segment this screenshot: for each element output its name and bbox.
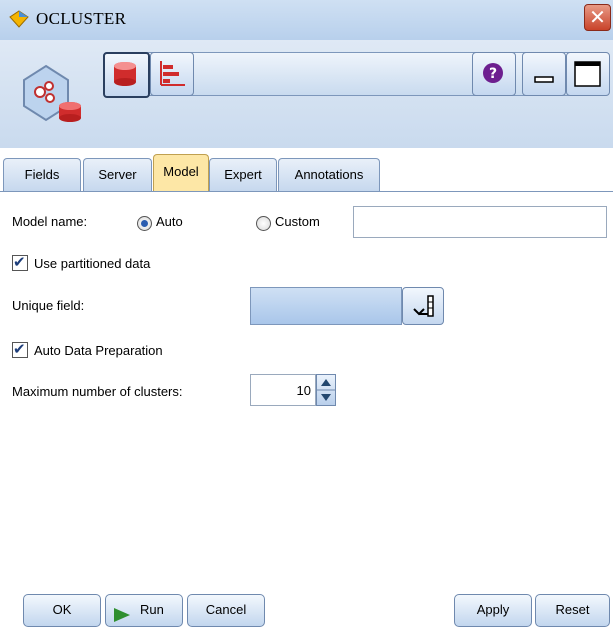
tab-annotations[interactable]: Annotations — [278, 158, 380, 191]
tab-expert[interactable]: Expert — [209, 158, 277, 191]
checkmark-icon: ✔ — [13, 253, 26, 271]
cancel-button[interactable]: Cancel — [187, 594, 265, 627]
field-picker-icon — [413, 295, 434, 317]
run-icon — [114, 603, 130, 633]
max-clusters-input[interactable]: 10 — [250, 374, 316, 406]
auto-data-prep-label: Auto Data Preparation — [34, 343, 163, 358]
svg-text:?: ? — [489, 66, 497, 82]
unique-field-label: Unique field: — [12, 298, 85, 313]
ok-button[interactable]: OK — [23, 594, 101, 627]
minimize-button[interactable] — [522, 52, 566, 96]
model-node-icon — [23, 64, 81, 122]
model-name-label: Model name: — [12, 214, 88, 229]
reset-button[interactable]: Reset — [535, 594, 610, 627]
radio-auto-label: Auto — [156, 214, 183, 229]
maximize-icon — [574, 61, 601, 87]
checkmark-icon: ✔ — [13, 340, 26, 358]
stepper-arrows-icon — [317, 379, 335, 401]
max-clusters-label: Maximum number of clusters: — [12, 384, 183, 399]
maximize-button[interactable] — [566, 52, 610, 96]
max-clusters-stepper[interactable] — [316, 374, 336, 406]
radio-auto[interactable] — [137, 216, 152, 231]
radio-custom-label: Custom — [275, 214, 320, 229]
field-chooser-button[interactable] — [402, 287, 444, 325]
database-icon — [114, 62, 136, 86]
run-button[interactable]: Run — [105, 594, 183, 627]
radio-custom[interactable] — [256, 216, 271, 231]
bar-chart-icon — [160, 61, 185, 86]
auto-data-prep-checkbox[interactable]: ✔ — [12, 340, 28, 358]
tab-model[interactable]: Model — [153, 154, 209, 192]
radio-selected-dot — [141, 220, 148, 227]
window-title: OCLUSTER — [36, 9, 127, 28]
use-partitioned-label: Use partitioned data — [34, 256, 151, 271]
run-label: Run — [140, 602, 164, 617]
minimize-icon — [534, 76, 554, 83]
tab-server[interactable]: Server — [83, 158, 152, 191]
node-diamond-icon — [9, 10, 29, 28]
close-button[interactable]: ✕ — [584, 4, 611, 31]
apply-button[interactable]: Apply — [454, 594, 532, 627]
custom-model-name-input[interactable] — [353, 206, 607, 238]
unique-field-input[interactable] — [250, 287, 402, 325]
use-partitioned-checkbox[interactable]: ✔ — [12, 253, 28, 271]
tab-fields[interactable]: Fields — [3, 158, 81, 191]
chart-view-button[interactable] — [150, 52, 194, 96]
help-button[interactable]: ? — [472, 52, 516, 96]
help-icon: ? — [483, 63, 503, 83]
database-view-button[interactable] — [103, 52, 150, 98]
